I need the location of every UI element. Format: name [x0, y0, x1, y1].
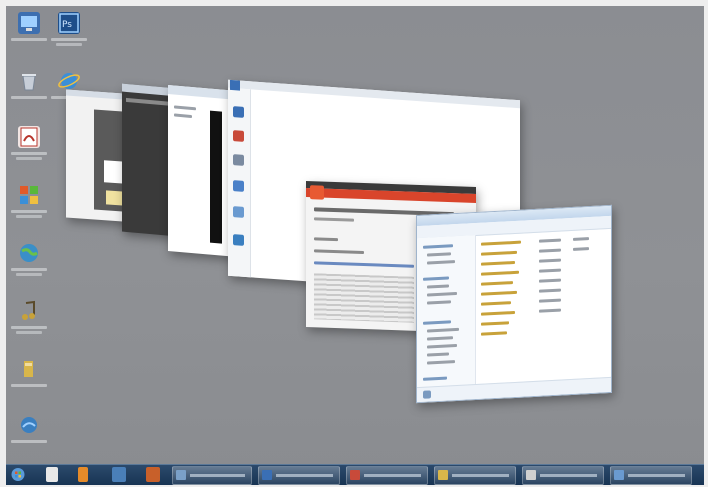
taskbar-start-button[interactable] — [10, 467, 26, 482]
file-row[interactable] — [539, 308, 561, 313]
nav-item[interactable] — [427, 327, 459, 333]
windows-start-icon — [11, 468, 25, 481]
app-icon — [233, 234, 244, 246]
taskbar-label — [364, 474, 421, 477]
app-icon — [233, 180, 244, 192]
taskbar-app-2[interactable] — [146, 467, 160, 482]
window-icon — [262, 470, 272, 480]
desktop: Ps — [6, 6, 704, 482]
flip-3d-window-stack — [6, 6, 704, 482]
file-row[interactable] — [481, 331, 507, 336]
file-row[interactable] — [539, 298, 561, 303]
file-row[interactable] — [539, 258, 561, 263]
file-row[interactable] — [481, 310, 515, 316]
file-row[interactable] — [481, 250, 517, 256]
file-row[interactable] — [481, 270, 519, 276]
file-row[interactable] — [481, 240, 521, 246]
nav-item[interactable] — [427, 336, 453, 341]
taskbar-label — [452, 474, 509, 477]
taskbar-window-5[interactable] — [522, 466, 604, 485]
taskbar-label — [190, 474, 245, 477]
file-row[interactable] — [481, 290, 517, 296]
nav-item[interactable] — [427, 343, 457, 349]
nav-item[interactable] — [427, 252, 451, 257]
nav-item[interactable] — [423, 276, 449, 281]
file-row[interactable] — [481, 321, 509, 326]
app-icon — [233, 130, 244, 142]
nav-item[interactable] — [427, 360, 455, 365]
file-row[interactable] — [481, 281, 513, 286]
taskbar-window-6[interactable] — [610, 466, 692, 485]
page-text-line — [314, 249, 364, 255]
file-row[interactable] — [539, 248, 561, 253]
window-icon — [526, 470, 536, 480]
window-explorer[interactable] — [416, 204, 612, 404]
taskbar-window-3[interactable] — [346, 466, 428, 485]
taskbar-window-2[interactable] — [258, 466, 340, 485]
app-icon — [233, 206, 244, 218]
file-row[interactable] — [481, 260, 515, 266]
file-row[interactable] — [481, 301, 511, 306]
explorer-file-list — [479, 232, 605, 379]
window-titlebar — [228, 79, 520, 109]
nav-item[interactable] — [427, 300, 451, 305]
taskbar-label — [540, 474, 597, 477]
window-panel — [126, 97, 174, 107]
file-row[interactable] — [573, 247, 589, 251]
status-icon — [423, 390, 431, 399]
nav-item[interactable] — [427, 260, 455, 265]
window-panel — [210, 110, 222, 244]
taskbar-window-4[interactable] — [434, 466, 516, 485]
file-row[interactable] — [539, 278, 561, 283]
file-row[interactable] — [539, 288, 561, 293]
nav-item[interactable] — [427, 284, 449, 289]
nav-item[interactable] — [423, 244, 453, 249]
nav-item[interactable] — [423, 376, 447, 381]
taskbar-label — [276, 474, 333, 477]
explorer-nav-pane — [417, 234, 476, 389]
window-text-line — [174, 105, 196, 111]
taskbar-media[interactable] — [78, 467, 88, 482]
taskbar-app-1[interactable] — [112, 467, 126, 482]
page-text-line — [314, 237, 338, 242]
file-row[interactable] — [573, 237, 589, 241]
taskbar-window-1[interactable] — [172, 466, 252, 485]
window-icon — [614, 470, 624, 480]
app-icon — [233, 154, 244, 166]
window-icon — [176, 470, 186, 480]
window-text-line — [174, 113, 192, 119]
screenshot-frame: Ps — [0, 0, 708, 487]
app-icon — [233, 106, 244, 118]
file-row[interactable] — [539, 238, 561, 243]
window-icon — [350, 470, 360, 480]
taskbar-label — [628, 474, 685, 477]
nav-item[interactable] — [427, 352, 449, 357]
window-icon — [438, 470, 448, 480]
file-row[interactable] — [539, 268, 561, 273]
taskbar-explorer[interactable] — [46, 467, 58, 482]
taskbar — [6, 464, 704, 485]
page-subheading-line — [314, 217, 354, 222]
nav-item[interactable] — [423, 320, 451, 325]
window-sidebar — [228, 87, 251, 278]
nav-item[interactable] — [427, 291, 457, 297]
page-content-block — [314, 273, 414, 323]
window-header-icon — [230, 79, 240, 91]
page-link-line — [314, 261, 414, 268]
browser-logo-icon — [310, 185, 324, 200]
